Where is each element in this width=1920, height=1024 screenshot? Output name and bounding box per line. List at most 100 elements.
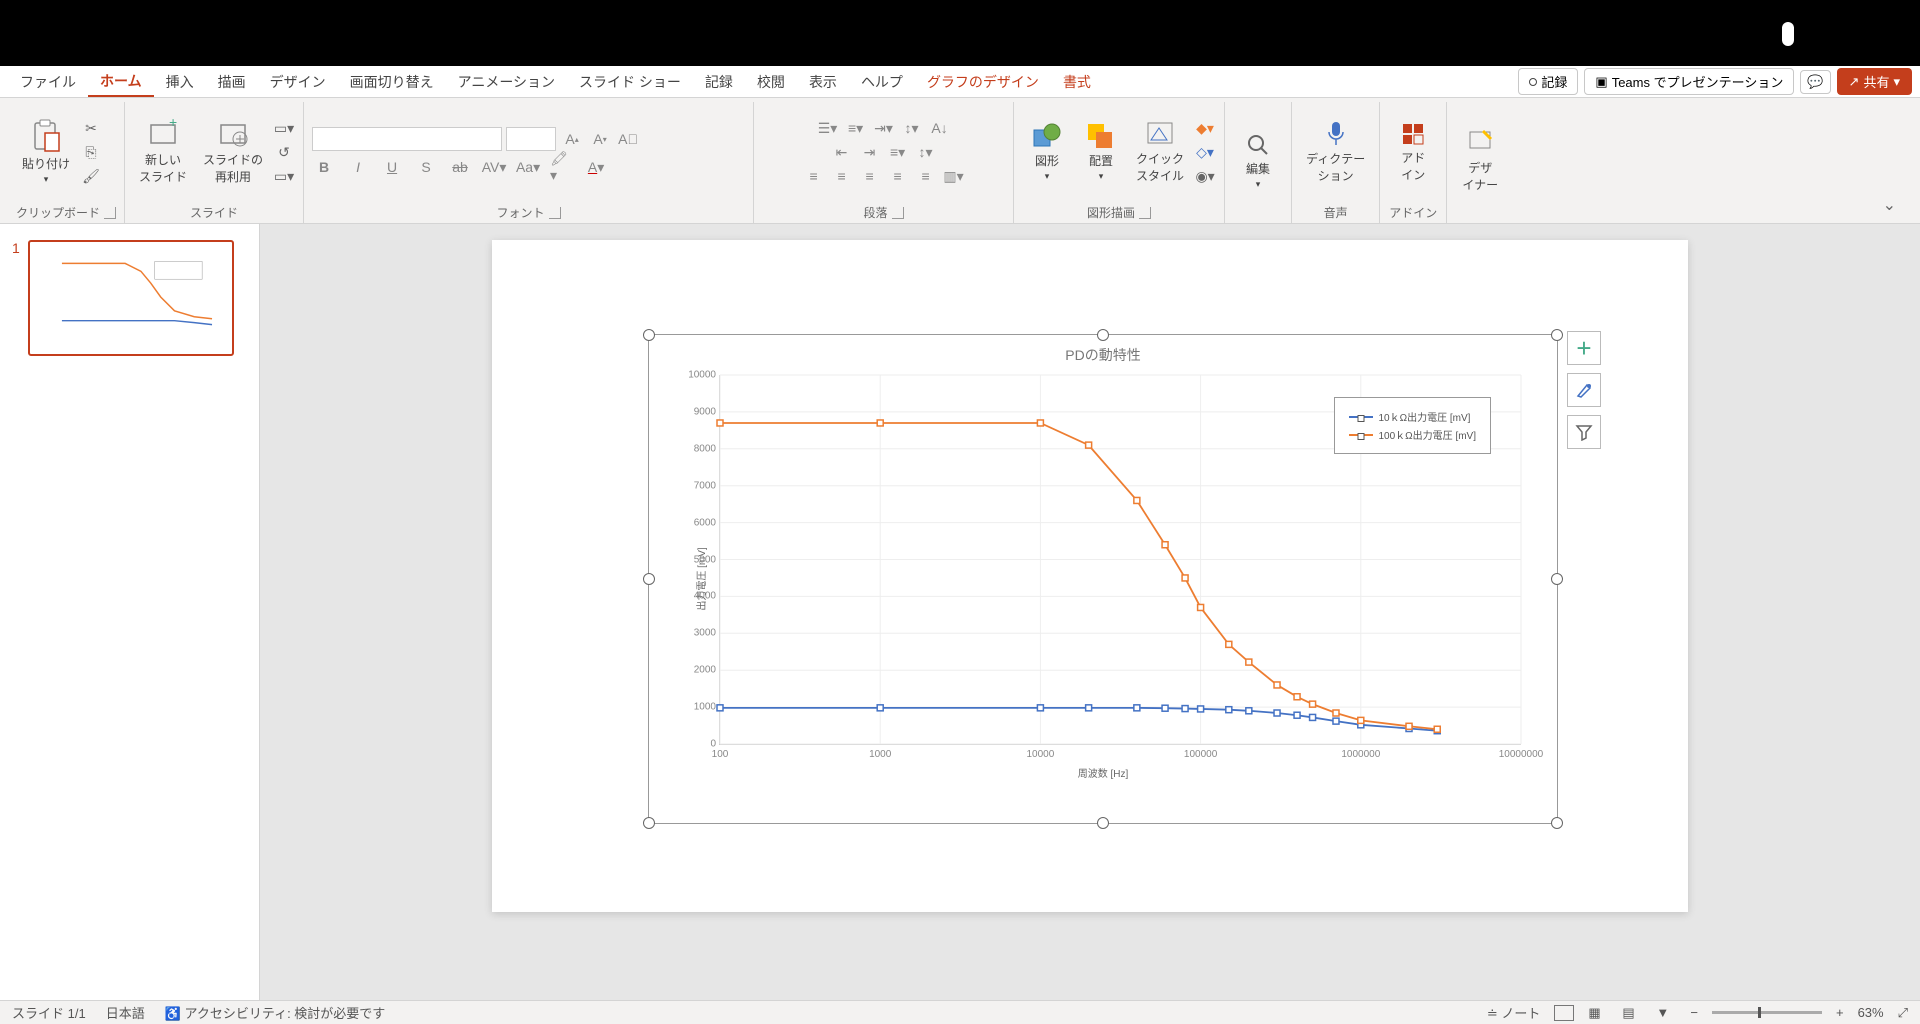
shadow-button[interactable]: S bbox=[414, 157, 438, 177]
zoom-level[interactable]: 63% bbox=[1858, 1005, 1884, 1020]
tab-review[interactable]: 校閲 bbox=[745, 68, 797, 96]
tab-draw[interactable]: 描画 bbox=[206, 68, 258, 96]
slide-editor[interactable]: + PDの動特性 出力電圧 [mV] 010002000300040005000… bbox=[260, 224, 1920, 1000]
slide-canvas[interactable]: + PDの動特性 出力電圧 [mV] 010002000300040005000… bbox=[492, 240, 1688, 912]
change-case-button[interactable]: Aa▾ bbox=[516, 157, 540, 177]
italic-button[interactable]: I bbox=[346, 157, 370, 177]
layout-button[interactable]: ▭▾ bbox=[273, 117, 295, 139]
list-level-button[interactable]: ⇥▾ bbox=[872, 118, 896, 138]
resize-handle-ne[interactable] bbox=[1551, 329, 1563, 341]
tab-home[interactable]: ホーム bbox=[88, 67, 154, 97]
bullets-button[interactable]: ☰▾ bbox=[816, 118, 840, 138]
share-button[interactable]: ↗共有▾ bbox=[1837, 68, 1912, 95]
text-direction-button[interactable]: ↕▾ bbox=[914, 142, 938, 162]
shape-effects-button[interactable]: ◉▾ bbox=[1194, 165, 1216, 187]
chart-elements-button[interactable]: + bbox=[1567, 331, 1601, 365]
align-text-button[interactable]: ≡▾ bbox=[886, 142, 910, 162]
record-button[interactable]: 記録 bbox=[1518, 68, 1578, 95]
distributed-button[interactable]: ≡ bbox=[914, 166, 938, 186]
dialog-launcher[interactable] bbox=[892, 207, 904, 219]
arrange-button[interactable]: 配置▾ bbox=[1076, 118, 1126, 186]
tab-view[interactable]: 表示 bbox=[797, 68, 849, 96]
sorter-view-button[interactable]: ▦ bbox=[1588, 1005, 1608, 1021]
underline-button[interactable]: U bbox=[380, 157, 404, 177]
line-spacing-button[interactable]: ↕▾ bbox=[900, 118, 924, 138]
clear-format-button[interactable]: A⃠ bbox=[616, 129, 640, 149]
strike-button[interactable]: ab bbox=[448, 157, 472, 177]
tab-record[interactable]: 記録 bbox=[693, 68, 745, 96]
collapse-ribbon-button[interactable]: ⌄ bbox=[1867, 187, 1912, 223]
highlight-button[interactable]: 🖍▾ bbox=[550, 157, 574, 177]
align-right-button[interactable]: ≡ bbox=[858, 166, 882, 186]
slide-thumbnail-1[interactable] bbox=[28, 240, 234, 356]
dialog-launcher[interactable] bbox=[104, 207, 116, 219]
shapes-button[interactable]: 図形▾ bbox=[1022, 118, 1072, 186]
sort-button[interactable]: A↓ bbox=[928, 118, 952, 138]
tab-design[interactable]: デザイン bbox=[258, 68, 338, 96]
legend-item[interactable]: 100ｋΩ出力電圧 [mV] bbox=[1349, 427, 1477, 442]
addins-button[interactable]: アド イン bbox=[1388, 117, 1438, 187]
resize-handle-s[interactable] bbox=[1097, 817, 1109, 829]
chart-filters-button[interactable] bbox=[1567, 415, 1601, 449]
notes-button[interactable]: ≐ ノート bbox=[1487, 1003, 1541, 1022]
tab-format[interactable]: 書式 bbox=[1051, 68, 1103, 96]
shrink-font-button[interactable]: A▾ bbox=[588, 129, 612, 149]
tab-chart-design[interactable]: グラフのデザイン bbox=[915, 68, 1051, 96]
resize-handle-sw[interactable] bbox=[643, 817, 655, 829]
teams-present-button[interactable]: ▣Teams でプレゼンテーション bbox=[1584, 68, 1794, 95]
legend-item[interactable]: 10ｋΩ出力電圧 [mV] bbox=[1349, 409, 1477, 424]
cut-button[interactable]: ✂ bbox=[80, 117, 102, 139]
dialog-launcher[interactable] bbox=[1139, 207, 1151, 219]
fit-to-window-button[interactable]: ⤢ bbox=[1898, 1005, 1908, 1021]
comments-button[interactable]: 💬 bbox=[1800, 70, 1830, 94]
indent-dec-button[interactable]: ⇤ bbox=[830, 142, 854, 162]
numbering-button[interactable]: ≡▾ bbox=[844, 118, 868, 138]
font-family-select[interactable] bbox=[312, 127, 502, 151]
resize-handle-w[interactable] bbox=[643, 573, 655, 585]
resize-handle-nw[interactable] bbox=[643, 329, 655, 341]
section-button[interactable]: ▭▾ bbox=[273, 165, 295, 187]
format-painter-button[interactable]: 🖌 bbox=[80, 165, 102, 187]
reset-button[interactable]: ↺ bbox=[273, 141, 295, 163]
columns-button[interactable]: ▥▾ bbox=[942, 166, 966, 186]
normal-view-button[interactable] bbox=[1554, 1005, 1574, 1021]
designer-button[interactable]: デザ イナー bbox=[1455, 125, 1505, 197]
language-indicator[interactable]: 日本語 bbox=[106, 1003, 145, 1022]
quick-styles-button[interactable]: クイック スタイル bbox=[1130, 116, 1190, 188]
tab-help[interactable]: ヘルプ bbox=[849, 68, 915, 96]
chart-title[interactable]: PDの動特性 bbox=[655, 341, 1551, 369]
shape-outline-button[interactable]: ◇▾ bbox=[1194, 141, 1216, 163]
slide-indicator[interactable]: スライド 1/1 bbox=[12, 1003, 86, 1022]
paste-button[interactable]: 貼り付け▾ bbox=[16, 115, 76, 189]
accessibility-indicator[interactable]: ♿ アクセシビリティ: 検討が必要です bbox=[165, 1003, 386, 1022]
font-size-select[interactable] bbox=[506, 127, 556, 151]
tab-insert[interactable]: 挿入 bbox=[154, 68, 206, 96]
chart-object[interactable]: + PDの動特性 出力電圧 [mV] 010002000300040005000… bbox=[648, 334, 1558, 824]
tab-slideshow[interactable]: スライド ショー bbox=[567, 68, 693, 96]
find-button[interactable]: 編集▾ bbox=[1233, 128, 1283, 194]
resize-handle-n[interactable] bbox=[1097, 329, 1109, 341]
tab-animations[interactable]: アニメーション bbox=[446, 68, 567, 96]
chart-styles-button[interactable] bbox=[1567, 373, 1601, 407]
char-spacing-button[interactable]: AV▾ bbox=[482, 157, 506, 177]
resize-handle-se[interactable] bbox=[1551, 817, 1563, 829]
slideshow-view-button[interactable]: ▼ bbox=[1656, 1005, 1676, 1021]
copy-button[interactable]: ⎘ bbox=[80, 141, 102, 163]
tab-file[interactable]: ファイル bbox=[8, 68, 88, 96]
chart-legend[interactable]: 10ｋΩ出力電圧 [mV] 100ｋΩ出力電圧 [mV] bbox=[1334, 397, 1492, 454]
reading-view-button[interactable]: ▤ bbox=[1622, 1005, 1642, 1021]
font-color-button[interactable]: A▾ bbox=[584, 157, 608, 177]
justify-button[interactable]: ≡ bbox=[886, 166, 910, 186]
dialog-launcher[interactable] bbox=[549, 207, 561, 219]
zoom-slider[interactable] bbox=[1712, 1011, 1822, 1014]
mic-icon[interactable] bbox=[1782, 22, 1794, 46]
indent-inc-button[interactable]: ⇥ bbox=[858, 142, 882, 162]
new-slide-button[interactable]: + 新しい スライド bbox=[133, 115, 193, 189]
dictate-button[interactable]: ディクテー ション bbox=[1300, 116, 1371, 188]
align-left-button[interactable]: ≡ bbox=[802, 166, 826, 186]
align-center-button[interactable]: ≡ bbox=[830, 166, 854, 186]
zoom-in-button[interactable]: + bbox=[1836, 1005, 1844, 1020]
bold-button[interactable]: B bbox=[312, 157, 336, 177]
grow-font-button[interactable]: A▴ bbox=[560, 129, 584, 149]
resize-handle-e[interactable] bbox=[1551, 573, 1563, 585]
